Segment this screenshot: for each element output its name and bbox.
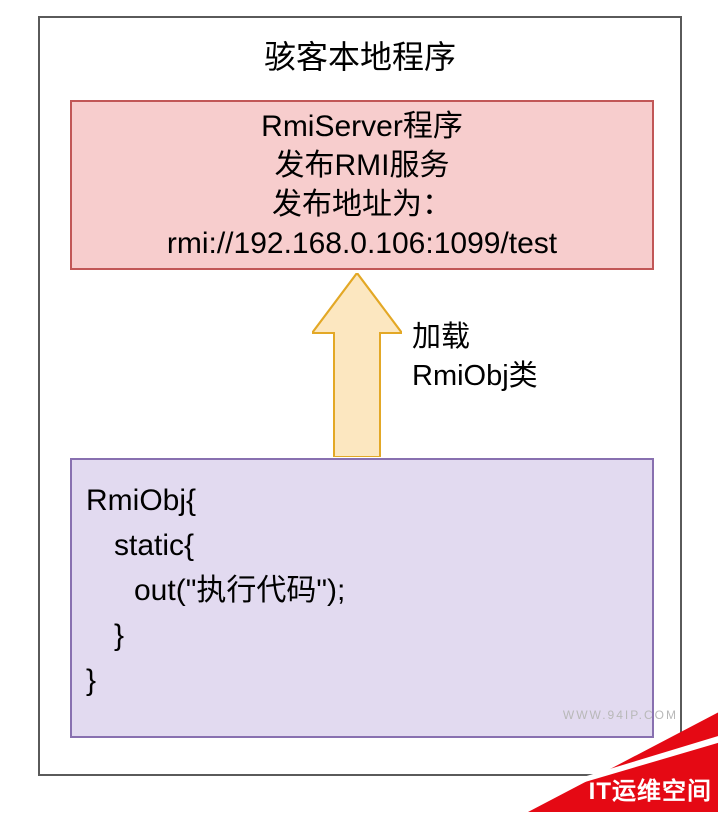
banner-text: IT运维空间 (589, 771, 712, 806)
arrow-up (312, 273, 402, 457)
server-line1: RmiServer程序 (261, 107, 463, 146)
outer-container: 骇客本地程序 RmiServer程序 发布RMI服务 发布地址为： rmi://… (38, 16, 682, 776)
server-line4: rmi://192.168.0.106:1099/test (167, 224, 557, 263)
arrow-label-line1: 加载 (412, 318, 538, 357)
arrow-shape (312, 273, 402, 457)
arrow-label: 加载 RmiObj类 (412, 318, 538, 396)
arrow-label-line2: RmiObj类 (412, 357, 538, 396)
server-line3: 发布地址为： (272, 185, 452, 224)
outer-title: 骇客本地程序 (40, 32, 680, 78)
code-line-3: out("执行代码"); (86, 568, 638, 613)
code-line-2: static{ (86, 523, 638, 568)
server-line2: 发布RMI服务 (275, 146, 450, 185)
arrow-up-icon (312, 273, 402, 457)
server-box: RmiServer程序 发布RMI服务 发布地址为： rmi://192.168… (70, 100, 654, 270)
code-line-4: } (86, 613, 638, 658)
code-line-1: RmiObj{ (86, 478, 638, 523)
